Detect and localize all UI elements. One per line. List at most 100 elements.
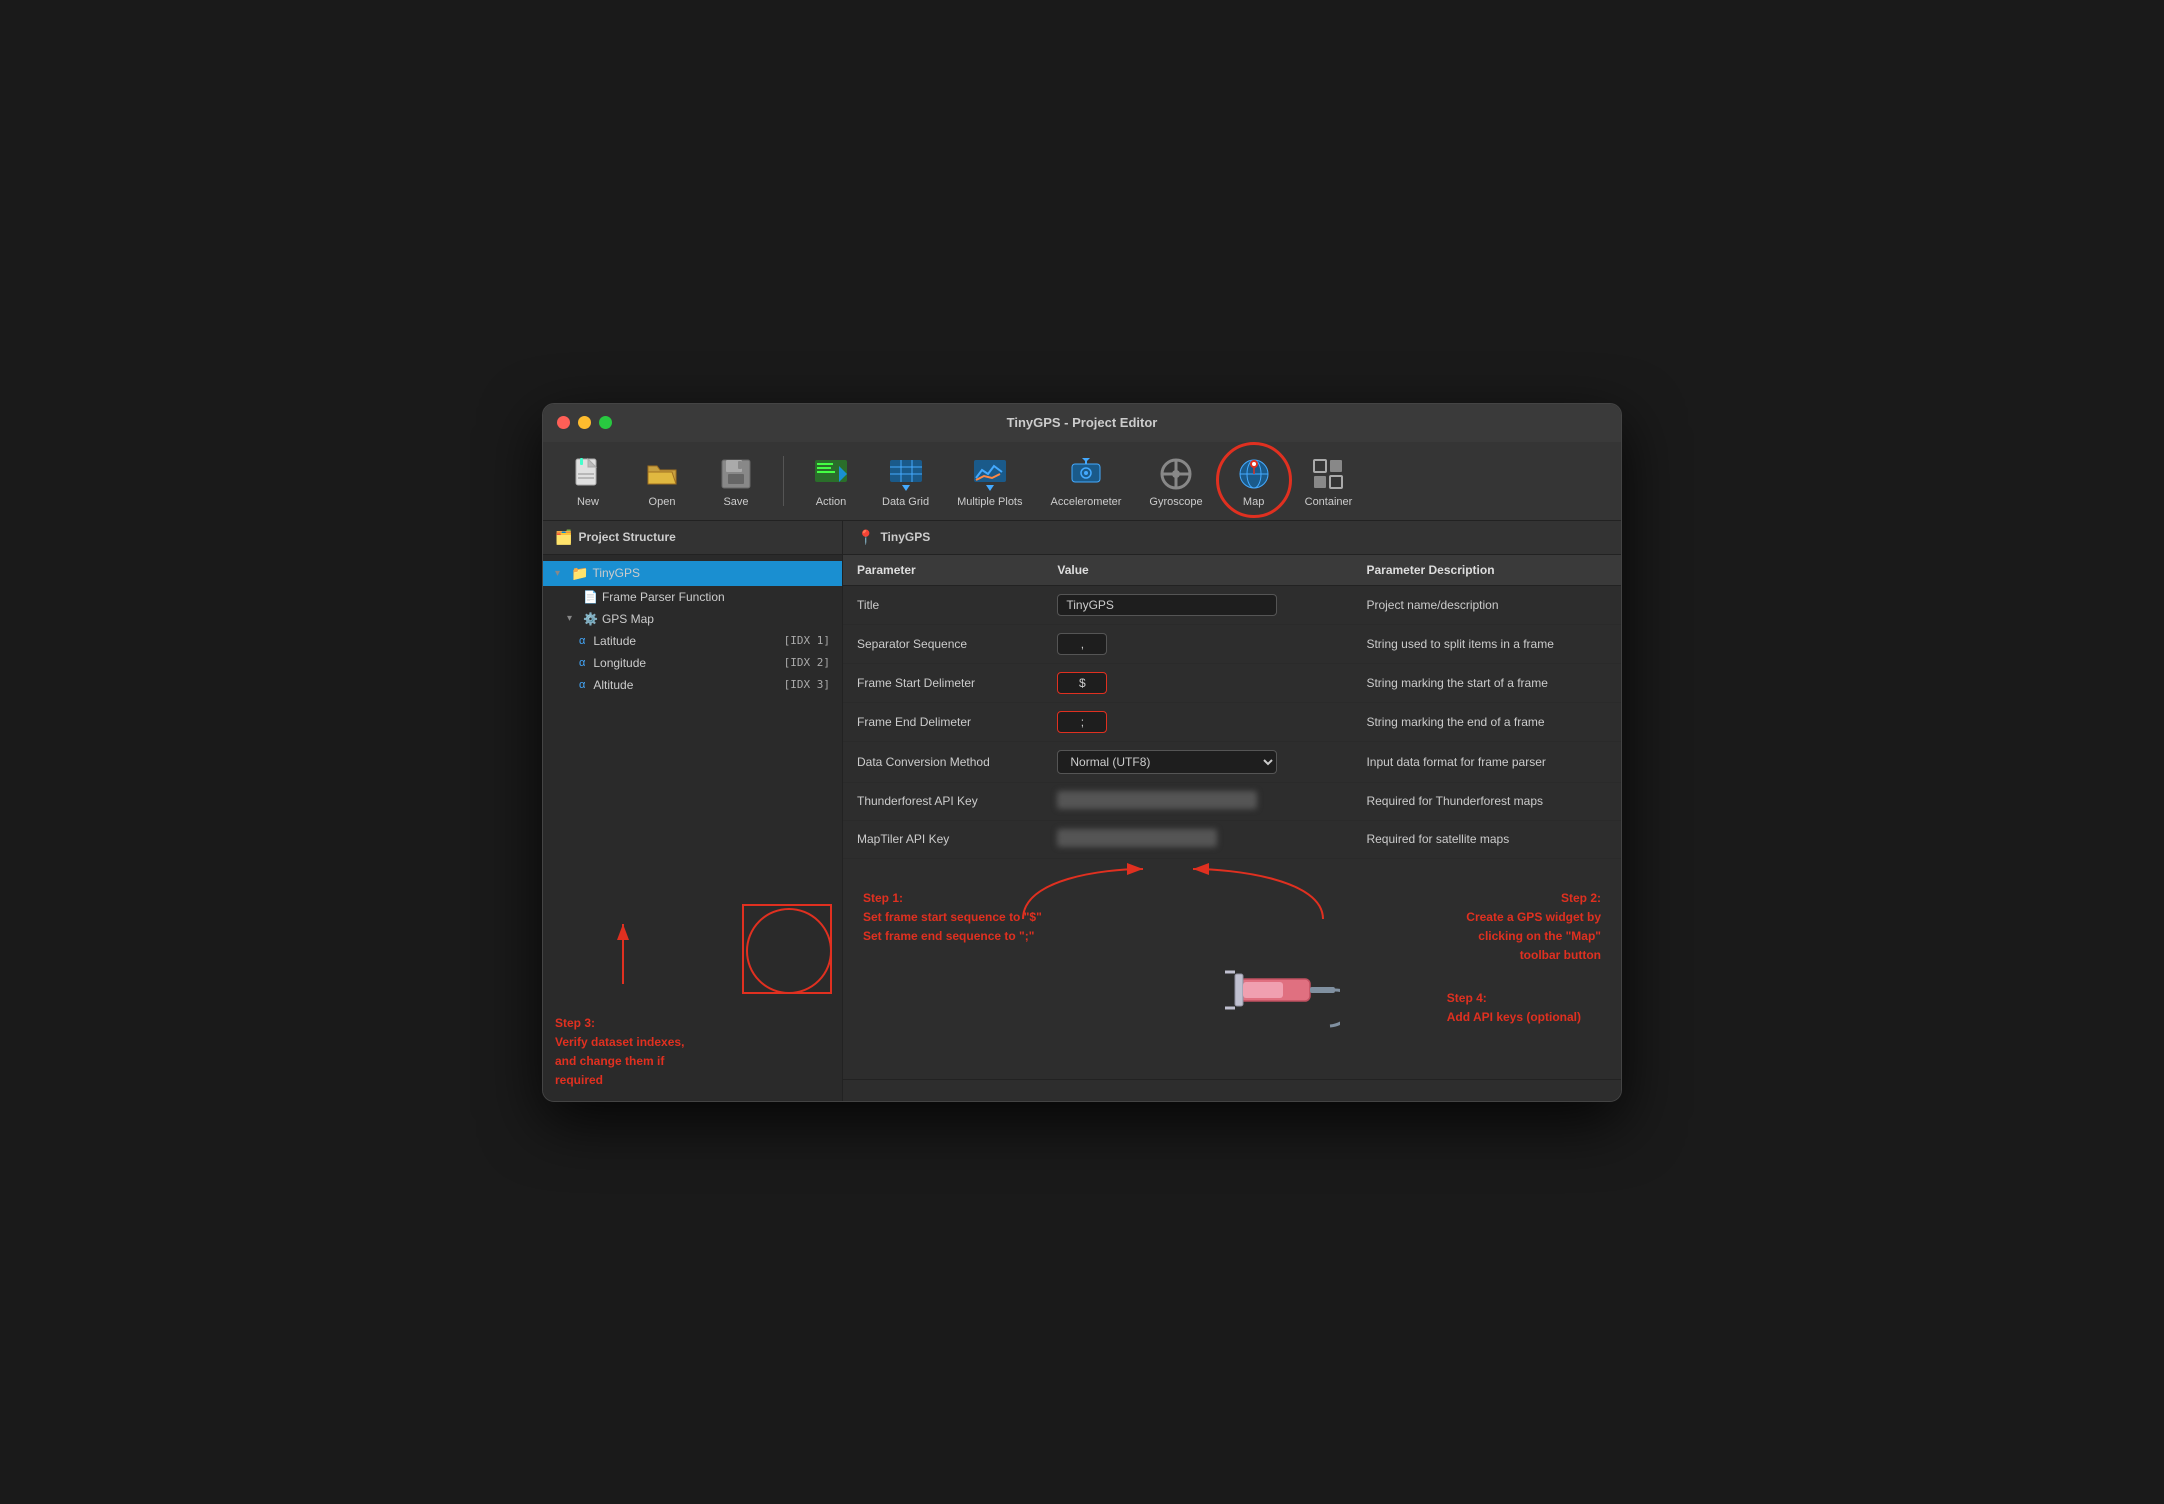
param-value-cell	[1043, 585, 1352, 624]
accelerometer-icon	[1066, 454, 1106, 494]
right-panel-content: Parameter Value Parameter Description Ti…	[843, 555, 1621, 1102]
right-panel-title: TinyGPS	[880, 530, 930, 544]
param-value-cell	[1043, 663, 1352, 702]
open-icon	[642, 454, 682, 494]
frame-end-input[interactable]	[1057, 711, 1107, 733]
tree-icon-latitude: α	[579, 635, 585, 647]
container-label: Container	[1305, 496, 1353, 508]
thunderforest-key-blur	[1057, 791, 1257, 809]
tree-label-gps-map: GPS Map	[602, 612, 654, 626]
fullscreen-button[interactable]	[599, 416, 612, 429]
toolbar-map[interactable]: Map	[1219, 448, 1289, 514]
toolbar-gyroscope[interactable]: Gyroscope	[1137, 448, 1214, 514]
tree-label-longitude: Longitude	[593, 656, 646, 670]
step1-annotation: Step 1: Set frame start sequence to "$"S…	[863, 889, 1042, 947]
step4-annotation: Step 4: Add API keys (optional)	[1447, 989, 1581, 1027]
param-value-cell	[1043, 702, 1352, 741]
tree-icon-gps-map: ⚙️	[583, 612, 598, 626]
new-label: New	[577, 496, 599, 508]
data-conversion-select[interactable]: Normal (UTF8) Hex Binary	[1057, 750, 1277, 774]
minimize-button[interactable]	[578, 416, 591, 429]
param-desc: String marking the start of a frame	[1352, 663, 1621, 702]
table-row: Frame Start Delimeter String marking the…	[843, 663, 1621, 702]
param-desc: String marking the end of a frame	[1352, 702, 1621, 741]
title-bar: TinyGPS - Project Editor	[543, 404, 1621, 442]
param-name: Thunderforest API Key	[843, 782, 1043, 820]
toolbar-accelerometer[interactable]: Accelerometer	[1039, 448, 1134, 514]
tree-item-longitude[interactable]: α Longitude [IDX 2]	[543, 652, 842, 674]
toolbar-new[interactable]: New	[553, 448, 623, 514]
action-label: Action	[816, 496, 847, 508]
tree-item-frame-parser[interactable]: 📄 Frame Parser Function	[543, 586, 842, 608]
step3-annotation: Step 3: Verify dataset indexes,and chang…	[555, 1014, 830, 1091]
title-input[interactable]	[1057, 594, 1277, 616]
annotations-area: Step 1: Set frame start sequence to "$"S…	[843, 859, 1621, 1079]
toolbar-open[interactable]: Open	[627, 448, 697, 514]
sidebar-header: 🗂️ Project Structure	[543, 521, 842, 555]
tree-icon-longitude: α	[579, 657, 585, 669]
toolbar-data-grid[interactable]: Data Grid	[870, 448, 941, 514]
step4-desc: Add API keys (optional)	[1447, 1008, 1581, 1027]
toolbar-multiple-plots[interactable]: Multiple Plots	[945, 448, 1034, 514]
syringe-svg	[1220, 944, 1340, 1044]
syringe-illustration	[1220, 944, 1340, 1049]
table-row: Frame End Delimeter String marking the e…	[843, 702, 1621, 741]
param-value-cell: Normal (UTF8) Hex Binary	[1043, 741, 1352, 782]
param-desc: Input data format for frame parser	[1352, 741, 1621, 782]
step2-desc: Create a GPS widget byclicking on the "M…	[1466, 908, 1601, 966]
col-value: Value	[1043, 555, 1352, 586]
step3-arrow	[553, 904, 633, 994]
app-window: TinyGPS - Project Editor New	[542, 403, 1622, 1102]
close-button[interactable]	[557, 416, 570, 429]
frame-start-input[interactable]	[1057, 672, 1107, 694]
tree-label-altitude: Altitude	[593, 678, 633, 692]
toolbar-container[interactable]: Container	[1293, 448, 1365, 514]
bottom-title: Start Building Now!	[863, 1100, 1601, 1102]
table-row: Thunderforest API Key Required for Thund…	[843, 782, 1621, 820]
tree-label-tinygps: TinyGPS	[592, 566, 640, 580]
gyroscope-icon	[1156, 454, 1196, 494]
data-grid-icon	[886, 454, 926, 494]
toolbar-action[interactable]: Action	[796, 448, 866, 514]
param-name: Data Conversion Method	[843, 741, 1043, 782]
param-name: Title	[843, 585, 1043, 624]
container-icon	[1308, 454, 1348, 494]
open-label: Open	[649, 496, 676, 508]
tree-icon-tinygps: 📁	[571, 565, 588, 582]
multiple-plots-icon	[970, 454, 1010, 494]
separator-input[interactable]	[1057, 633, 1107, 655]
right-panel-header: 📍 TinyGPS	[843, 521, 1621, 555]
new-icon	[568, 454, 608, 494]
tree-badge-longitude: [IDX 2]	[784, 656, 830, 669]
param-value-cell	[1043, 820, 1352, 858]
multiple-plots-label: Multiple Plots	[957, 496, 1022, 508]
tree-item-altitude[interactable]: α Altitude [IDX 3]	[543, 674, 842, 696]
tree-label-frame-parser: Frame Parser Function	[602, 590, 725, 604]
tree-item-latitude[interactable]: α Latitude [IDX 1]	[543, 630, 842, 652]
table-area: Parameter Value Parameter Description Ti…	[843, 555, 1621, 859]
tree-icon-altitude: α	[579, 679, 585, 691]
maptiler-key-blur	[1057, 829, 1217, 847]
sidebar: 🗂️ Project Structure ▾ 📁 TinyGPS 📄 Frame…	[543, 521, 843, 1101]
step3-title: Step 3:	[555, 1014, 830, 1033]
param-desc: Project name/description	[1352, 585, 1621, 624]
map-label: Map	[1243, 496, 1264, 508]
tree-expand-tinygps: ▾	[555, 568, 567, 579]
traffic-lights	[557, 416, 612, 429]
action-icon	[811, 454, 851, 494]
step1-desc: Set frame start sequence to "$"Set frame…	[863, 908, 1042, 946]
param-name: Frame Start Delimeter	[843, 663, 1043, 702]
tree-item-gps-map[interactable]: ▾ ⚙️ GPS Map	[543, 608, 842, 630]
table-row: Separator Sequence String used to split …	[843, 624, 1621, 663]
toolbar-save[interactable]: Save	[701, 448, 771, 514]
idx-circle-highlight	[742, 904, 832, 994]
tree-icon-frame-parser: 📄	[583, 590, 598, 604]
param-name: Frame End Delimeter	[843, 702, 1043, 741]
bottom-section: Start Building Now! Get started by addin…	[843, 1079, 1621, 1102]
step1-title: Step 1:	[863, 889, 1042, 908]
toolbar: New Open Save	[543, 442, 1621, 521]
tree-item-tinygps[interactable]: ▾ 📁 TinyGPS	[543, 561, 842, 586]
right-panel-icon: 📍	[857, 529, 874, 546]
tree-label-latitude: Latitude	[593, 634, 636, 648]
step3-desc: Verify dataset indexes,and change them i…	[555, 1033, 830, 1091]
